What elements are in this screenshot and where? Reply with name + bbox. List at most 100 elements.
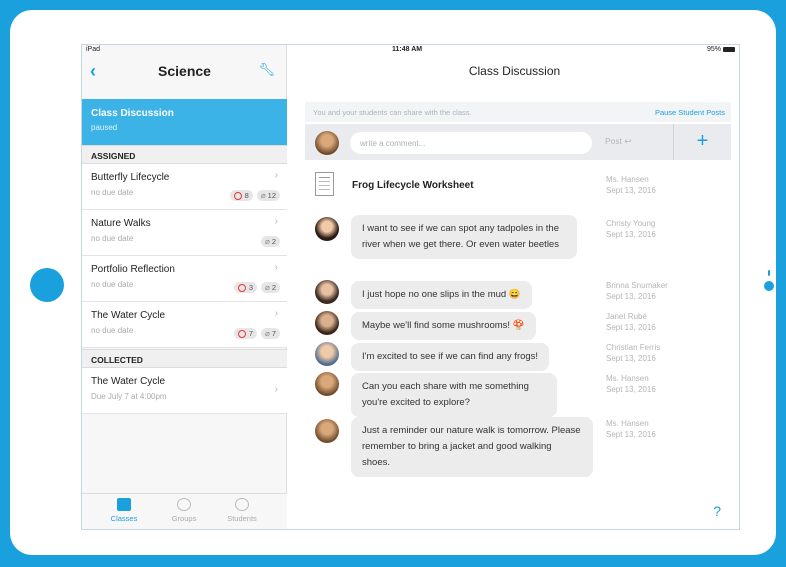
avatar [315,217,339,241]
post-meta: Janet Rubé Sept 13, 2016 [606,311,656,333]
assignment-title: Nature Walks [91,218,151,229]
message-bubble: I'm excited to see if we can find any fr… [351,343,550,371]
post-author: Christian Ferris [606,343,661,352]
assignment-title: Portfolio Reflection [91,264,175,275]
post-author: Ms. Hansen [606,374,649,383]
badge-count: 3 [248,283,253,292]
front-camera [764,281,774,291]
pause-student-posts-link[interactable]: Pause Student Posts [655,108,725,117]
plus-icon[interactable]: + [673,124,731,160]
attachment-badge: ⌀ 7 [261,328,280,339]
message-bubble: Just a reminder our nature walk is tomor… [351,417,593,477]
post-author: Brinna Snumaker [606,281,668,290]
chevron-right-icon: › [274,216,278,227]
avatar [315,131,339,155]
wrench-icon[interactable]: 🔧︎ [258,62,275,78]
badge-count: 2 [271,237,276,246]
paperclip-icon: ⌀ [265,237,270,246]
avatar [315,311,339,335]
list-item[interactable]: Portfolio Reflection no due date › 3 ⌀ 2 [82,256,287,302]
message-bubble: Maybe we'll find some mushrooms! 🍄 [351,312,536,340]
assignment-title: Butterfly Lifecycle [91,172,170,183]
badge-count: 2 [271,283,276,292]
page-title: Class Discussion [468,64,561,78]
message-bubble: Can you each share with me something you… [351,373,557,417]
list-item[interactable]: The Water Cycle Due July 7 at 4:00pm › [82,368,287,414]
sidebar-item-label: Class Discussion [91,108,174,119]
sidebar-item-status: paused [91,123,118,132]
class-title: Science [158,63,211,79]
post-meta: Ms. Hansen Sept 13, 2016 [606,373,656,395]
incomplete-ring-icon [237,283,246,292]
post-date: Sept 13, 2016 [606,323,656,332]
attachment-badge: ⌀ 12 [256,190,280,201]
folder-icon [117,498,131,511]
badge-count: 8 [244,191,249,200]
assignment-title: The Water Cycle [91,376,166,387]
chevron-right-icon: › [274,262,278,273]
sidebar: ‹ Science 🔧︎ Class Discussion paused ASS… [82,45,287,529]
comment-composer: Post ↩︎ + [305,124,731,160]
list-item[interactable]: The Water Cycle no due date › 7 ⌀ 7 [82,302,287,348]
avatar [315,372,339,396]
groups-icon [177,498,191,511]
post-meta: Ms. Hansen Sept 13, 2016 [606,418,656,440]
tab-label: Classes [110,514,138,523]
send-icon: ↩︎ [624,136,632,146]
post-date: Sept 13, 2016 [606,354,656,363]
share-notice: You and your students can share with the… [305,102,731,122]
paperclip-icon: ⌀ [265,329,270,338]
document-icon[interactable] [315,172,334,196]
chevron-right-icon: › [274,170,278,181]
post-meta: Ms. Hansen Sept 13, 2016 [606,174,656,196]
incomplete-badge: 3 [233,282,257,293]
home-button[interactable] [30,268,64,302]
notice-text: You and your students can share with the… [313,108,472,117]
avatar [315,342,339,366]
message-bubble: I want to see if we can spot any tadpole… [351,215,577,259]
post-meta: Brinna Snumaker Sept 13, 2016 [606,280,668,302]
post-author: Janet Rubé [606,312,647,321]
assignment-due: Due July 7 at 4:00pm [91,392,167,401]
post-date: Sept 13, 2016 [606,292,656,301]
paperclip-icon: ⌀ [260,191,266,200]
status-bar: iPad 11:48 AM 95% [82,45,739,55]
comment-input[interactable] [350,132,592,154]
badge-count: 12 [267,191,276,200]
avatar [315,280,339,304]
paperclip-icon: ⌀ [265,283,270,292]
student-icon [235,498,249,511]
badge-count: 7 [271,329,276,338]
tab-classes[interactable]: Classes [94,498,154,523]
list-item[interactable]: Nature Walks no due date › ⌀ 2 [82,210,287,256]
tab-students[interactable]: Students [212,498,272,523]
device-label: iPad [86,46,101,53]
list-item[interactable]: Butterfly Lifecycle no due date › 8 ⌀ 12 [82,164,287,210]
message-bubble: I just hope no one slips in the mud 😄 [351,281,532,309]
camera-indicator [768,270,770,276]
help-icon[interactable]: ? [713,503,721,519]
app-screen: ‹ Science 🔧︎ Class Discussion paused ASS… [81,44,740,530]
tab-groups[interactable]: Groups [154,498,214,523]
post-meta: Christy Young Sept 13, 2016 [606,218,656,240]
discussion-panel: Class Discussion You and your students c… [288,45,739,529]
sidebar-item-class-discussion[interactable]: Class Discussion paused [82,99,287,145]
section-header-assigned: ASSIGNED [82,145,287,164]
status-time: 11:48 AM [392,46,423,53]
incomplete-ring-icon [237,329,246,338]
post-meta: Christian Ferris Sept 13, 2016 [606,342,660,364]
tab-bar: Classes Groups Students [82,493,287,529]
attachment-badge: ⌀ 2 [261,236,280,247]
worksheet-title[interactable]: Frog Lifecycle Worksheet [352,180,474,191]
battery-status: 95% [707,46,735,53]
post-author: Ms. Hansen [606,175,649,184]
attachment-badge: ⌀ 2 [261,282,280,293]
incomplete-badge: 8 [229,190,253,201]
tab-label: Students [227,514,257,523]
section-header-collected: COLLECTED [82,349,287,368]
post-button[interactable]: Post ↩︎ [605,136,632,147]
chevron-right-icon: › [274,308,278,319]
post-date: Sept 13, 2016 [606,186,656,195]
post-label: Post [605,136,623,146]
avatar [315,419,339,443]
